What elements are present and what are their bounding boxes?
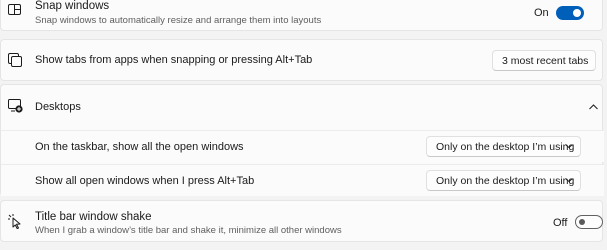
snap-windows-card: Snap windows Snap windows to automatical… [0, 0, 603, 31]
chevron-down-icon [565, 144, 573, 149]
taskbar-setting-dropdown-value: Only on the desktop I’m using [436, 141, 575, 153]
desktops-card: Desktops On the taskbar, show all the op… [0, 84, 604, 196]
alttab-setting-row: Show all open windows when I press Alt+T… [1, 164, 604, 196]
alttab-setting-dropdown[interactable]: Only on the desktop I’m using [426, 170, 581, 191]
toggle-knob [573, 9, 581, 17]
desktops-header[interactable]: Desktops [1, 85, 604, 129]
taskbar-setting-dropdown[interactable]: Only on the desktop I’m using [426, 136, 581, 157]
shake-toggle-state: Off [553, 217, 568, 229]
window-shake-card: Title bar window shake When I grab a win… [0, 200, 603, 242]
snap-windows-toggle[interactable] [556, 6, 584, 20]
alttab-setting-dropdown-value: Only on the desktop I’m using [436, 175, 575, 187]
taskbar-setting-label: On the taskbar, show all the open window… [35, 141, 244, 153]
chevron-up-icon[interactable] [589, 104, 598, 110]
window-shake-description: When I grab a window’s title bar and sha… [35, 225, 342, 236]
window-shake-toggle[interactable] [575, 215, 603, 229]
toggle-knob [579, 219, 585, 225]
window-shake-icon [8, 214, 21, 229]
tabs-icon [8, 53, 22, 67]
window-shake-title: Title bar window shake [35, 211, 152, 223]
snap-windows-description: Snap windows to automatically resize and… [35, 15, 322, 26]
taskbar-setting-row: On the taskbar, show all the open window… [1, 130, 604, 162]
chevron-down-icon [565, 178, 573, 183]
snap-toggle-state: On [534, 7, 549, 19]
show-tabs-dropdown-value: 3 most recent tabs [502, 55, 589, 67]
snap-windows-title: Snap windows [35, 0, 110, 12]
desktops-title: Desktops [35, 101, 81, 113]
show-tabs-label: Show tabs from apps when snapping or pre… [35, 54, 313, 66]
desktops-icon [8, 99, 23, 113]
show-tabs-dropdown[interactable]: 3 most recent tabs [492, 50, 596, 71]
snap-layout-icon [8, 4, 21, 15]
show-tabs-card: Show tabs from apps when snapping or pre… [0, 39, 603, 81]
alttab-setting-label: Show all open windows when I press Alt+T… [35, 175, 255, 187]
